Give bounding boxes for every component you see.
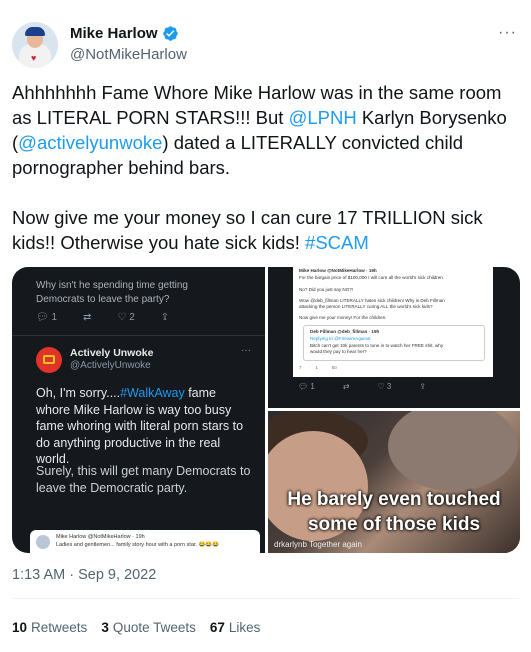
screenshot-top-text: Why isn't he spending time getting Democ… <box>36 280 188 305</box>
retweets-label: Retweets <box>31 620 88 635</box>
screenshot-author-handle: @ActivelyUnwoke <box>70 360 151 371</box>
actively-unwoke-avatar <box>36 347 62 373</box>
retweets-stat[interactable]: 10 Retweets <box>12 620 87 635</box>
tweet: ♥ Mike Harlow @NotMikeHarlow ··· Ahhhhhh… <box>0 0 531 652</box>
like-count: 2 <box>129 312 135 323</box>
card-line: Wow @deb_fillman LITERALLY hates sick ch… <box>299 298 445 303</box>
reply-icon: 💬︎ 1 <box>298 382 315 391</box>
media-image-3[interactable]: He barely even touched some of those kid… <box>268 411 520 553</box>
retweets-count: 10 <box>12 620 28 635</box>
divider <box>12 598 519 599</box>
screenshot-actions-2: 💬︎ 1 ⇄ ♡ 3 ⇪ <box>298 382 426 391</box>
retweet-icon: ⇄ <box>83 312 92 323</box>
screenshot-more-icon: ··· <box>241 345 251 356</box>
quoted-header: Mike Harlow @NotMikeHarlow · 19h <box>56 534 145 540</box>
tweet-text-part: Now give me your money so I can cure 17 … <box>12 207 483 253</box>
screenshot-actions: 💬︎ 1 ⇄ ♡ 2 ⇪ <box>36 312 169 323</box>
card-line: Mike Harlow @NotMikeHarlow · 19h <box>299 268 377 273</box>
more-options-icon[interactable]: ··· <box>498 24 517 42</box>
meme-caption-2: some of those kids <box>307 514 481 535</box>
tweet-header: ♥ Mike Harlow @NotMikeHarlow ··· <box>12 22 519 70</box>
card-like-count: 50 <box>331 365 337 370</box>
quote-tweets-label: Quote Tweets <box>112 620 196 635</box>
tweet-timestamp[interactable]: 1:13 AM · Sep 9, 2022 <box>12 567 156 583</box>
inner-line: Bitch can't get 10k parents to tune in t… <box>310 343 444 348</box>
reply-count: 1 <box>51 312 58 323</box>
divider <box>12 335 265 336</box>
body-hashtag: #WalkAway <box>120 386 185 400</box>
media-image-1[interactable]: Why isn't he spending time getting Democ… <box>12 267 265 553</box>
like-icon: ♡ 2 <box>117 312 135 323</box>
card-line: For the bargain price of $100,000 I will… <box>299 275 445 280</box>
retweet-icon: ⇄ <box>342 382 350 391</box>
reply-icon: 💬︎ 1 <box>36 312 58 323</box>
avatar-cap <box>25 27 45 36</box>
mention-lpnh[interactable]: @LPNH <box>289 107 357 128</box>
author-name[interactable]: Mike Harlow <box>70 25 158 42</box>
mention-activelyunwoke[interactable]: @activelyunwoke <box>18 132 162 153</box>
meme-caption-1: He barely even touched <box>287 489 501 510</box>
screenshot-card: Mike Harlow @NotMikeHarlow · 19h For the… <box>293 267 493 377</box>
tweet-paragraph-2: Now give me your money so I can cure 17 … <box>12 205 512 255</box>
card-retweet-count: 1 <box>315 365 318 370</box>
quote-tweets-count: 3 <box>101 620 109 635</box>
like-icon: ♡ 3 <box>377 382 392 391</box>
tweet-stats: 10 Retweets 3 Quote Tweets 67 Likes <box>12 620 260 635</box>
tweet-text: Ahhhhhhh Fame Whore Mike Harlow was in t… <box>12 80 512 280</box>
screenshot-body: Oh, I'm sorry....#WalkAway fame whore Mi… <box>36 385 252 468</box>
author-handle[interactable]: @NotMikeHarlow <box>70 46 187 63</box>
likes-label: Likes <box>228 620 261 635</box>
inner-line: Replying to @FirewireAgainst <box>310 336 371 341</box>
card-actions: 7 1 50 <box>299 365 337 371</box>
share-icon: ⇪ <box>160 312 170 323</box>
hashtag-scam[interactable]: #SCAM <box>305 232 369 253</box>
quoted-avatar <box>36 535 50 549</box>
quote-tweets-stat[interactable]: 3 Quote Tweets <box>101 620 196 635</box>
quoted-text: Ladies and gentlemen... family story hou… <box>56 542 220 548</box>
verified-badge-icon <box>162 26 178 41</box>
tweet-paragraph-1: Ahhhhhhh Fame Whore Mike Harlow was in t… <box>12 80 512 180</box>
card-inner-quote: Deb Fillman @deb_fillman · 19h Replying … <box>303 325 485 361</box>
likes-count: 67 <box>209 620 225 635</box>
screenshot-body-2: Surely, this will get many Democrats to … <box>36 464 251 495</box>
avatar-heart-icon: ♥ <box>31 53 37 63</box>
photo-caption: drkarlynb Together again <box>274 540 362 549</box>
share-icon: ⇪ <box>419 382 427 391</box>
media-image-2[interactable]: Mike Harlow @NotMikeHarlow · 19h For the… <box>268 267 520 408</box>
avatar[interactable]: ♥ <box>12 22 58 68</box>
quoted-tweet-card: Mike Harlow @NotMikeHarlow · 19h Ladies … <box>30 530 260 553</box>
inner-line: Deb Fillman @deb_fillman · 19h <box>310 329 380 334</box>
inner-line: would they pay to hear her? <box>310 349 367 354</box>
screenshot-author-name: Actively Unwoke <box>70 347 154 359</box>
author-name-row[interactable]: Mike Harlow <box>70 25 179 42</box>
card-line: attacking the person LITERALLY curing AL… <box>299 304 433 309</box>
card-line: No? Did you just say NO?! <box>299 287 354 292</box>
body-text: Oh, I'm sorry.... <box>36 386 121 400</box>
media-grid: Why isn't he spending time getting Democ… <box>12 267 520 553</box>
card-line: Now give me your money! For the children… <box>299 315 387 320</box>
card-reply-count: 7 <box>299 365 302 370</box>
likes-stat[interactable]: 67 Likes <box>210 620 261 635</box>
